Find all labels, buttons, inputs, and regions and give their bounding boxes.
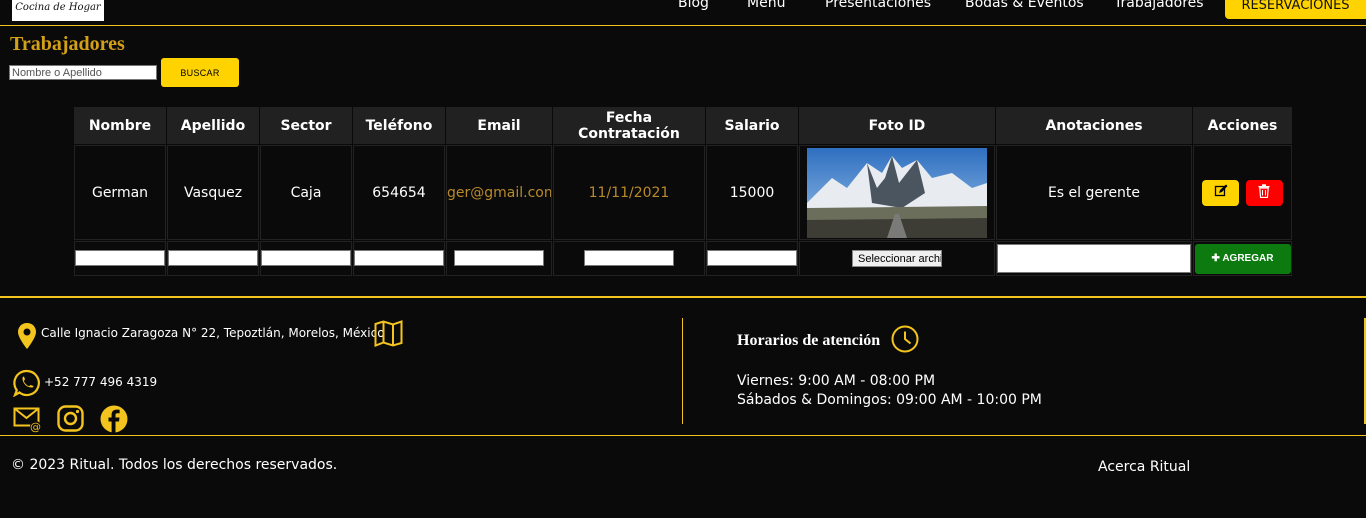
nav-link-blog[interactable]: Blog <box>678 0 709 13</box>
whatsapp-icon[interactable] <box>13 369 41 397</box>
input-cell-nombre <box>74 241 166 276</box>
input-cell-sector <box>260 241 352 276</box>
add-button[interactable]: ✚ AGREGAR <box>1194 243 1291 274</box>
cell-apellido: Vasquez <box>167 145 259 240</box>
nav-link-trabajadores[interactable]: Trabajadores <box>1114 0 1204 13</box>
input-cell-fecha <box>553 241 705 276</box>
input-cell-salario <box>706 241 798 276</box>
svg-text:@: @ <box>30 421 41 434</box>
phone-text: +52 777 496 4319 <box>44 375 158 389</box>
salario-input[interactable] <box>707 250 797 267</box>
email-icon[interactable]: @ <box>13 407 43 433</box>
file-select-button[interactable]: Seleccionar archivo <box>852 250 942 268</box>
footer-divider <box>682 318 683 424</box>
sector-input[interactable] <box>261 250 351 267</box>
input-cell-telefono <box>353 241 445 276</box>
table-header-row: Nombre Apellido Sector Teléfono Email Fe… <box>74 107 1292 144</box>
cell-foto <box>799 145 995 240</box>
nav-link-presentaciones[interactable]: Presentaciones <box>825 0 931 13</box>
footer-contact: Calle Ignacio Zaragoza N° 22, Tepoztlán,… <box>0 296 1366 436</box>
workers-table: Nombre Apellido Sector Teléfono Email Fe… <box>73 106 1293 277</box>
address-text: Calle Ignacio Zaragoza N° 22, Tepoztlán,… <box>41 326 385 340</box>
navbar: Cocina de Hogar Blog Menú Presentaciones… <box>0 0 1366 26</box>
cell-telefono: 654654 <box>353 145 445 240</box>
input-cell-anotaciones <box>996 241 1192 276</box>
hours-weekend: Sábados & Domingos: 09:00 AM - 10:00 PM <box>737 392 1042 408</box>
header-sector: Sector <box>260 107 352 144</box>
edit-icon <box>1214 184 1228 197</box>
fecha-input[interactable] <box>584 250 674 267</box>
map-icon[interactable] <box>374 320 403 347</box>
table-row: German Vasquez Caja 654654 ger@gmail.com… <box>74 145 1292 240</box>
cell-salario: 15000 <box>706 145 798 240</box>
about-link[interactable]: Acerca Ritual <box>1098 459 1190 475</box>
hours-weekdays: Viernes: 9:00 AM - 08:00 PM <box>737 373 936 389</box>
header-nombre: Nombre <box>74 107 166 144</box>
header-foto-id: Foto ID <box>799 107 995 144</box>
nav-link-menu[interactable]: Menú <box>747 0 785 13</box>
email-input[interactable] <box>454 250 544 267</box>
anotaciones-textarea[interactable] <box>997 244 1191 273</box>
search-button[interactable]: BUSCAR <box>161 58 239 87</box>
cell-sector: Caja <box>260 145 352 240</box>
header-anotaciones: Anotaciones <box>996 107 1192 144</box>
instagram-icon[interactable] <box>57 405 84 432</box>
trash-icon <box>1258 184 1270 199</box>
clock-icon <box>891 325 919 353</box>
input-cell-email <box>446 241 552 276</box>
input-cell-foto: Seleccionar archivo <box>799 241 995 276</box>
logo[interactable]: Cocina de Hogar <box>12 0 104 21</box>
cell-nombre: German <box>74 145 166 240</box>
header-telefono: Teléfono <box>353 107 445 144</box>
cell-email: ger@gmail.com <box>446 145 552 240</box>
input-cell-apellido <box>167 241 259 276</box>
header-acciones: Acciones <box>1193 107 1292 144</box>
header-email: Email <box>446 107 552 144</box>
input-cell-acciones: ✚ AGREGAR <box>1193 241 1292 276</box>
header-salario: Salario <box>706 107 798 144</box>
hours-title: Horarios de atención <box>737 332 881 349</box>
header-fecha: Fecha Contratación <box>553 107 705 144</box>
header-apellido: Apellido <box>167 107 259 144</box>
telefono-input[interactable] <box>354 250 444 267</box>
cell-anotaciones: Es el gerente <box>996 145 1192 240</box>
cell-fecha: 11/11/2021 <box>553 145 705 240</box>
worker-photo <box>807 147 987 238</box>
search-input[interactable] <box>9 65 157 80</box>
apellido-input[interactable] <box>168 250 258 267</box>
add-button-label: AGREGAR <box>1222 253 1274 264</box>
cell-acciones <box>1193 145 1292 240</box>
edit-button[interactable] <box>1202 179 1240 206</box>
nombre-input[interactable] <box>75 250 165 267</box>
delete-button[interactable] <box>1245 179 1283 206</box>
add-worker-row: Seleccionar archivo ✚ AGREGAR <box>74 241 1292 276</box>
location-pin-icon <box>18 323 36 349</box>
plus-icon: ✚ <box>1211 253 1223 264</box>
reservaciones-button[interactable]: RESERVACIONES <box>1225 0 1366 19</box>
nav-link-bodas-eventos[interactable]: Bodas & Eventos <box>965 0 1084 13</box>
copyright-text: © 2023 Ritual. Todos los derechos reserv… <box>11 457 338 473</box>
page-title: Trabajadores <box>10 33 125 55</box>
facebook-icon[interactable] <box>100 405 128 433</box>
